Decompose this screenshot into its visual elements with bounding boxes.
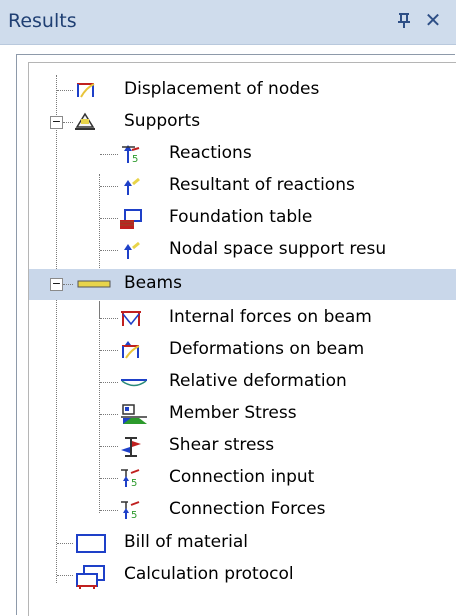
shear-stress-icon xyxy=(119,436,141,457)
connection-input-icon: 5 xyxy=(119,468,141,488)
tree-item-label: Relative deformation xyxy=(169,371,347,391)
tree-item-shear-stress[interactable]: Shear stress xyxy=(29,431,456,462)
tree-item-label: Displacement of nodes xyxy=(124,79,320,99)
collapse-beams-icon[interactable]: − xyxy=(50,278,63,291)
tree-item-label: Shear stress xyxy=(169,435,275,455)
tree-item-nodal-space-support-results[interactable]: Nodal space support resu xyxy=(29,235,456,266)
tree-item-label: Deformations on beam xyxy=(169,339,365,359)
tree-item-internal-forces-on-beam[interactable]: Internal forces on beam xyxy=(29,303,456,334)
tree-item-connection-forces[interactable]: 5 Connection Forces xyxy=(29,495,456,526)
tree-item-relative-deformation[interactable]: Relative deformation xyxy=(29,367,456,398)
tree-item-label: Bill of material xyxy=(124,532,248,552)
close-icon[interactable]: ✕ xyxy=(421,8,445,32)
tree-item-label: Resultant of reactions xyxy=(169,175,355,195)
bill-of-material-icon xyxy=(74,533,106,553)
panel-title-bar: Results ✕ xyxy=(0,0,456,45)
reactions-icon: 5 xyxy=(119,144,141,164)
pin-icon[interactable] xyxy=(394,9,414,31)
beam-icon xyxy=(74,274,111,294)
tree-item-label: Calculation protocol xyxy=(124,564,294,584)
deformations-icon xyxy=(119,340,141,360)
tree-item-deformations-on-beam[interactable]: Deformations on beam xyxy=(29,335,456,366)
tree-item-resultant-of-reactions[interactable]: Resultant of reactions xyxy=(29,171,456,202)
tree-item-label: Connection input xyxy=(169,467,315,487)
collapse-supports-icon[interactable]: − xyxy=(50,116,63,129)
tree-item-label: Beams xyxy=(124,273,182,293)
foundation-table-icon xyxy=(117,208,142,229)
tree-item-displacement-of-nodes[interactable]: Displacement of nodes xyxy=(29,75,456,106)
svg-text:5: 5 xyxy=(132,154,138,164)
tree-item-label: Connection Forces xyxy=(169,499,326,519)
tree-item-label: Supports xyxy=(124,111,201,131)
tree-item-supports[interactable]: − Supports xyxy=(29,107,456,138)
tree-item-label: Reactions xyxy=(169,143,252,163)
displacement-icon xyxy=(74,80,96,100)
internal-forces-icon xyxy=(119,308,141,328)
tree-item-foundation-table[interactable]: Foundation table xyxy=(29,203,456,234)
tree-item-label: Nodal space support resu xyxy=(169,239,387,259)
svg-text:5: 5 xyxy=(131,478,137,488)
tree-item-connection-input[interactable]: 5 Connection input xyxy=(29,463,456,494)
tree-item-label: Foundation table xyxy=(169,207,313,227)
tree-item-calculation-protocol[interactable]: Calculation protocol xyxy=(29,560,456,591)
tree-item-label: Internal forces on beam xyxy=(169,307,372,327)
results-panel: Results ✕ Displacement of nodes − Suppor… xyxy=(0,0,456,616)
tree-item-reactions[interactable]: 5 Reactions xyxy=(29,139,456,170)
nodal-support-icon xyxy=(119,240,141,260)
support-icon xyxy=(74,112,96,132)
tree-item-member-stress[interactable]: Member Stress xyxy=(29,399,456,430)
results-tree[interactable]: Displacement of nodes − Supports 5 React… xyxy=(28,62,456,616)
svg-text:5: 5 xyxy=(131,510,137,520)
calculation-protocol-icon xyxy=(74,565,105,589)
relative-deformation-icon xyxy=(119,372,147,392)
tree-item-beams[interactable]: − Beams xyxy=(29,269,456,300)
connection-forces-icon: 5 xyxy=(119,500,141,520)
tree-item-bill-of-material[interactable]: Bill of material xyxy=(29,528,456,559)
resultant-reactions-icon xyxy=(119,176,141,196)
panel-title: Results xyxy=(8,10,77,32)
tree-item-label: Member Stress xyxy=(169,403,297,423)
member-stress-icon xyxy=(119,404,147,424)
